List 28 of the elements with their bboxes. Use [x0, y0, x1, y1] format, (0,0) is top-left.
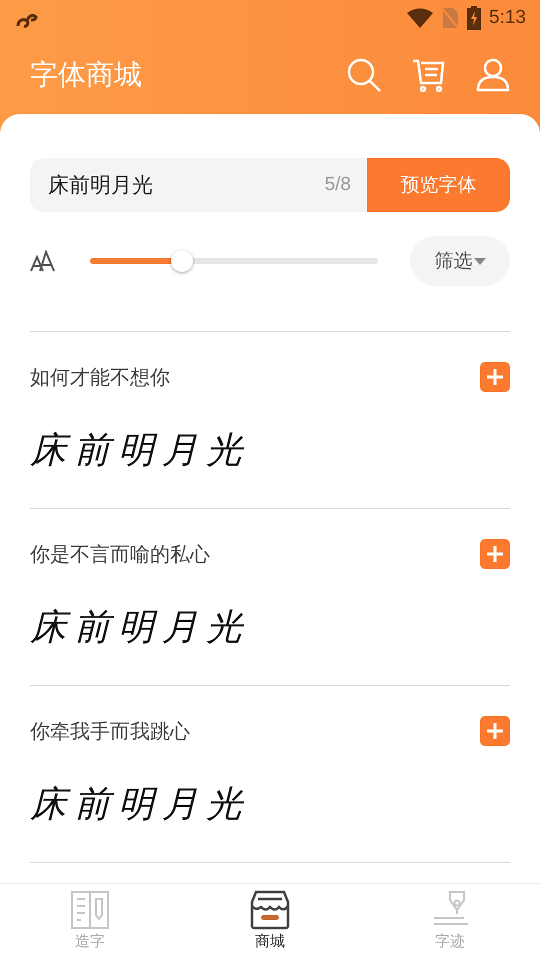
dropdown-caret-icon — [474, 256, 486, 266]
search-icon[interactable] — [346, 57, 382, 93]
filter-button[interactable]: 筛选 — [410, 236, 510, 286]
shop-icon — [250, 890, 290, 930]
wifi-icon — [407, 8, 434, 28]
add-button[interactable] — [480, 539, 510, 569]
add-button[interactable] — [480, 362, 510, 392]
font-sample: 床前明月光 — [30, 429, 250, 473]
user-icon[interactable] — [476, 58, 510, 92]
preview-text-field[interactable]: 床前明月光 5/8 — [30, 158, 367, 212]
font-size-slider[interactable] — [90, 249, 378, 273]
font-name: 你牵我手而我跳心 — [30, 718, 190, 744]
plus-icon — [486, 368, 504, 386]
no-sim-icon — [441, 7, 460, 29]
book-icon — [70, 890, 110, 930]
font-name: 如何才能不想你 — [30, 364, 170, 390]
status-time: 5:13 — [489, 7, 526, 29]
font-sample: 床前明月光 — [30, 606, 250, 650]
font-name: 你是不言而喻的私心 — [30, 540, 210, 568]
font-size-icon — [30, 250, 56, 272]
battery-icon — [467, 6, 482, 30]
plus-icon — [486, 545, 504, 563]
add-button[interactable] — [480, 716, 510, 746]
cart-icon[interactable] — [412, 58, 446, 92]
nav-tab[interactable]: 商城 — [180, 884, 360, 960]
page-title: 字体商城 — [30, 57, 142, 93]
font-sample: 床前明月光 — [30, 783, 250, 827]
plus-icon — [486, 722, 504, 740]
